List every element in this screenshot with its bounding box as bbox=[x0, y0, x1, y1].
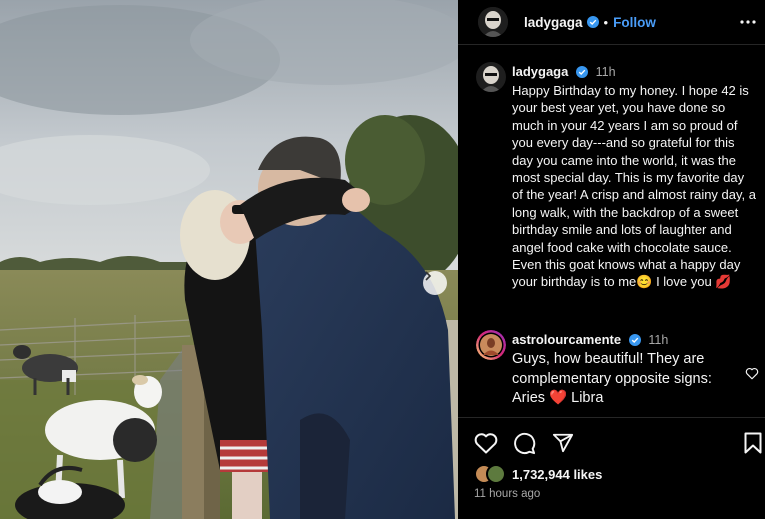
post-actions-bar: 1,732,944 likes 11 hours ago bbox=[458, 417, 765, 519]
separator-dot: • bbox=[603, 14, 609, 30]
verified-badge-icon bbox=[575, 66, 588, 78]
next-photo-button[interactable] bbox=[423, 271, 447, 295]
comments-list[interactable]: ladygaga 11h Happy Birthday to my honey.… bbox=[458, 46, 765, 416]
comment-username[interactable]: astrolourcamente bbox=[512, 332, 621, 347]
heart-icon[interactable] bbox=[474, 432, 498, 454]
likes-count[interactable]: 1,732,944 likes bbox=[512, 467, 602, 482]
follow-button[interactable]: Follow bbox=[613, 15, 656, 30]
comment-time[interactable]: 11h bbox=[596, 65, 616, 79]
caption-text: Happy Birthday to my honey. I hope 42 is… bbox=[512, 83, 760, 290]
avatar[interactable] bbox=[476, 330, 506, 360]
liker-avatars bbox=[474, 464, 508, 484]
comment-username[interactable]: ladygaga bbox=[512, 64, 568, 79]
comment-time[interactable]: 11h bbox=[648, 333, 668, 347]
verified-badge-icon bbox=[628, 334, 641, 346]
avatar-image bbox=[478, 7, 508, 37]
bookmark-icon[interactable] bbox=[744, 432, 762, 454]
post-photo[interactable] bbox=[0, 0, 458, 519]
avatar[interactable] bbox=[476, 62, 506, 92]
chevron-right-icon bbox=[425, 271, 432, 281]
post-timestamp[interactable]: 11 hours ago bbox=[474, 488, 540, 500]
likes-row: 1,732,944 likes bbox=[474, 464, 602, 484]
photo-scene bbox=[0, 0, 458, 519]
more-options-icon bbox=[740, 20, 756, 24]
more-options-button[interactable] bbox=[737, 11, 759, 33]
comment-bubble-icon[interactable] bbox=[513, 432, 536, 455]
post-author-username[interactable]: ladygaga bbox=[524, 15, 583, 30]
post-side-panel: ladygaga • Follow ladygaga 11h Happy Bir… bbox=[458, 0, 765, 519]
comment-like-heart-icon[interactable] bbox=[745, 367, 759, 380]
comment-text: Guys, how beautiful! They are complement… bbox=[512, 351, 716, 406]
avatar bbox=[486, 464, 506, 484]
share-paper-plane-icon[interactable] bbox=[552, 432, 574, 454]
avatar[interactable] bbox=[478, 7, 508, 37]
avatar-image bbox=[476, 330, 506, 360]
post-header: ladygaga • Follow bbox=[458, 0, 765, 45]
avatar-image bbox=[476, 62, 506, 92]
verified-badge-icon bbox=[586, 16, 599, 28]
